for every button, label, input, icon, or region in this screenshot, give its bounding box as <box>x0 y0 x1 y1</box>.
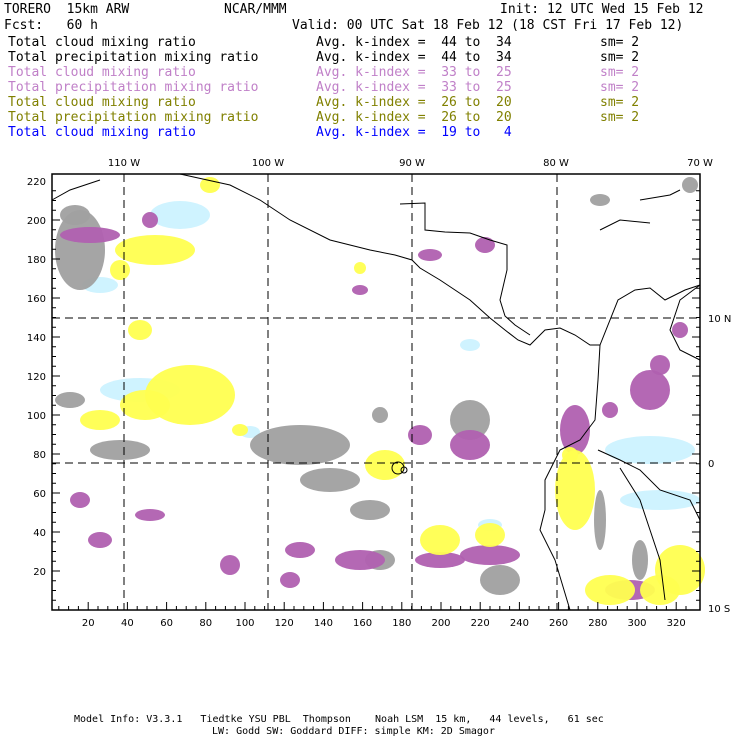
yellow-field-blob <box>232 424 248 436</box>
gray-field-blob <box>350 500 390 520</box>
magenta-field-blob <box>285 542 315 558</box>
x-tick-label: 140 <box>314 618 333 629</box>
magenta-field-blob <box>280 572 300 588</box>
latitude-label: 0 <box>708 459 714 470</box>
gray-field-blob <box>90 440 150 460</box>
gray-field-blob <box>300 468 360 492</box>
x-tick-label: 260 <box>549 618 568 629</box>
lightblue-field-blob <box>620 490 700 510</box>
magenta-field-blob <box>60 227 120 243</box>
y-tick-label: 160 <box>27 294 46 305</box>
y-tick-label: 100 <box>27 411 46 422</box>
magenta-field-blob <box>352 285 368 295</box>
x-tick-label: 160 <box>353 618 372 629</box>
gray-field-blob <box>372 407 388 423</box>
magenta-field-blob <box>475 237 495 253</box>
y-tick-label: 40 <box>33 528 46 539</box>
weather-map-page: TORERO 15km ARW NCAR/MMM Init: 12 UTC We… <box>0 0 740 740</box>
magenta-field-blob <box>602 402 618 418</box>
latitude-label: 10 S <box>708 604 730 615</box>
magenta-field-blob <box>220 555 240 575</box>
x-tick-label: 240 <box>510 618 529 629</box>
x-tick-label: 60 <box>160 618 173 629</box>
yellow-field-blob <box>365 450 405 480</box>
x-tick-label: 280 <box>588 618 607 629</box>
yellow-field-blob <box>562 447 578 463</box>
yellow-field-blob <box>80 410 120 430</box>
y-tick-label: 220 <box>27 177 46 188</box>
yellow-field-blob <box>354 262 366 274</box>
magenta-field-blob <box>135 509 165 521</box>
magenta-field-blob <box>672 322 688 338</box>
longitude-label: 90 W <box>399 158 425 169</box>
x-tick-label: 220 <box>471 618 490 629</box>
x-tick-label: 200 <box>431 618 450 629</box>
x-tick-label: 20 <box>82 618 95 629</box>
magenta-field-blob <box>630 370 670 410</box>
gray-field-blob <box>55 392 85 408</box>
cloud-fields <box>55 177 705 605</box>
y-tick-label: 60 <box>33 489 46 500</box>
magenta-field-blob <box>650 355 670 375</box>
magenta-field-blob <box>88 532 112 548</box>
longitude-label: 100 W <box>252 158 284 169</box>
x-tick-label: 180 <box>392 618 411 629</box>
y-tick-label: 200 <box>27 216 46 227</box>
yellow-field-blob <box>640 575 680 605</box>
model-info-line2: LW: Godd SW: Goddard DIFF: simple KM: 2D… <box>212 726 495 737</box>
map-plot: 20 40 60 80 100 120 140 160 180 200 220 240 260 280 30… <box>27 158 731 629</box>
gray-field-blob <box>594 490 606 550</box>
x-tick-label: 80 <box>199 618 212 629</box>
magenta-field-blob <box>142 212 158 228</box>
gray-field-blob <box>590 194 610 206</box>
magenta-field-blob <box>460 545 520 565</box>
magenta-field-blob <box>418 249 442 261</box>
y-tick-label: 180 <box>27 255 46 266</box>
longitude-label: 110 W <box>108 158 140 169</box>
y-tick-label: 120 <box>27 372 46 383</box>
gray-field-blob <box>250 425 350 465</box>
yellow-field-blob <box>420 525 460 555</box>
x-tick-label: 100 <box>235 618 254 629</box>
yellow-field-blob <box>555 450 595 530</box>
gray-field-blob <box>632 540 648 580</box>
yellow-field-blob <box>475 523 505 547</box>
latitude-label: 10 N <box>708 314 731 325</box>
x-tick-label: 40 <box>121 618 134 629</box>
yellow-field-blob <box>115 235 195 265</box>
magenta-field-blob <box>450 430 490 460</box>
gray-field-blob <box>480 565 520 595</box>
x-tick-label: 320 <box>667 618 686 629</box>
y-tick-label: 80 <box>33 450 46 461</box>
gray-field-blob <box>682 177 698 193</box>
yellow-field-blob <box>128 320 152 340</box>
x-tick-label: 120 <box>275 618 294 629</box>
y-tick-label: 140 <box>27 333 46 344</box>
magenta-field-blob <box>70 492 90 508</box>
y-tick-label: 20 <box>33 567 46 578</box>
lightblue-field-blob <box>460 339 480 351</box>
longitude-label: 70 W <box>687 158 713 169</box>
x-tick-label: 300 <box>627 618 646 629</box>
gray-field-blob <box>60 205 90 225</box>
yellow-field-blob <box>120 390 170 420</box>
magenta-field-blob <box>335 550 385 570</box>
lightblue-field-blob <box>150 201 210 229</box>
yellow-field-blob <box>110 260 130 280</box>
yellow-field-blob <box>585 575 635 605</box>
longitude-label: 80 W <box>543 158 569 169</box>
